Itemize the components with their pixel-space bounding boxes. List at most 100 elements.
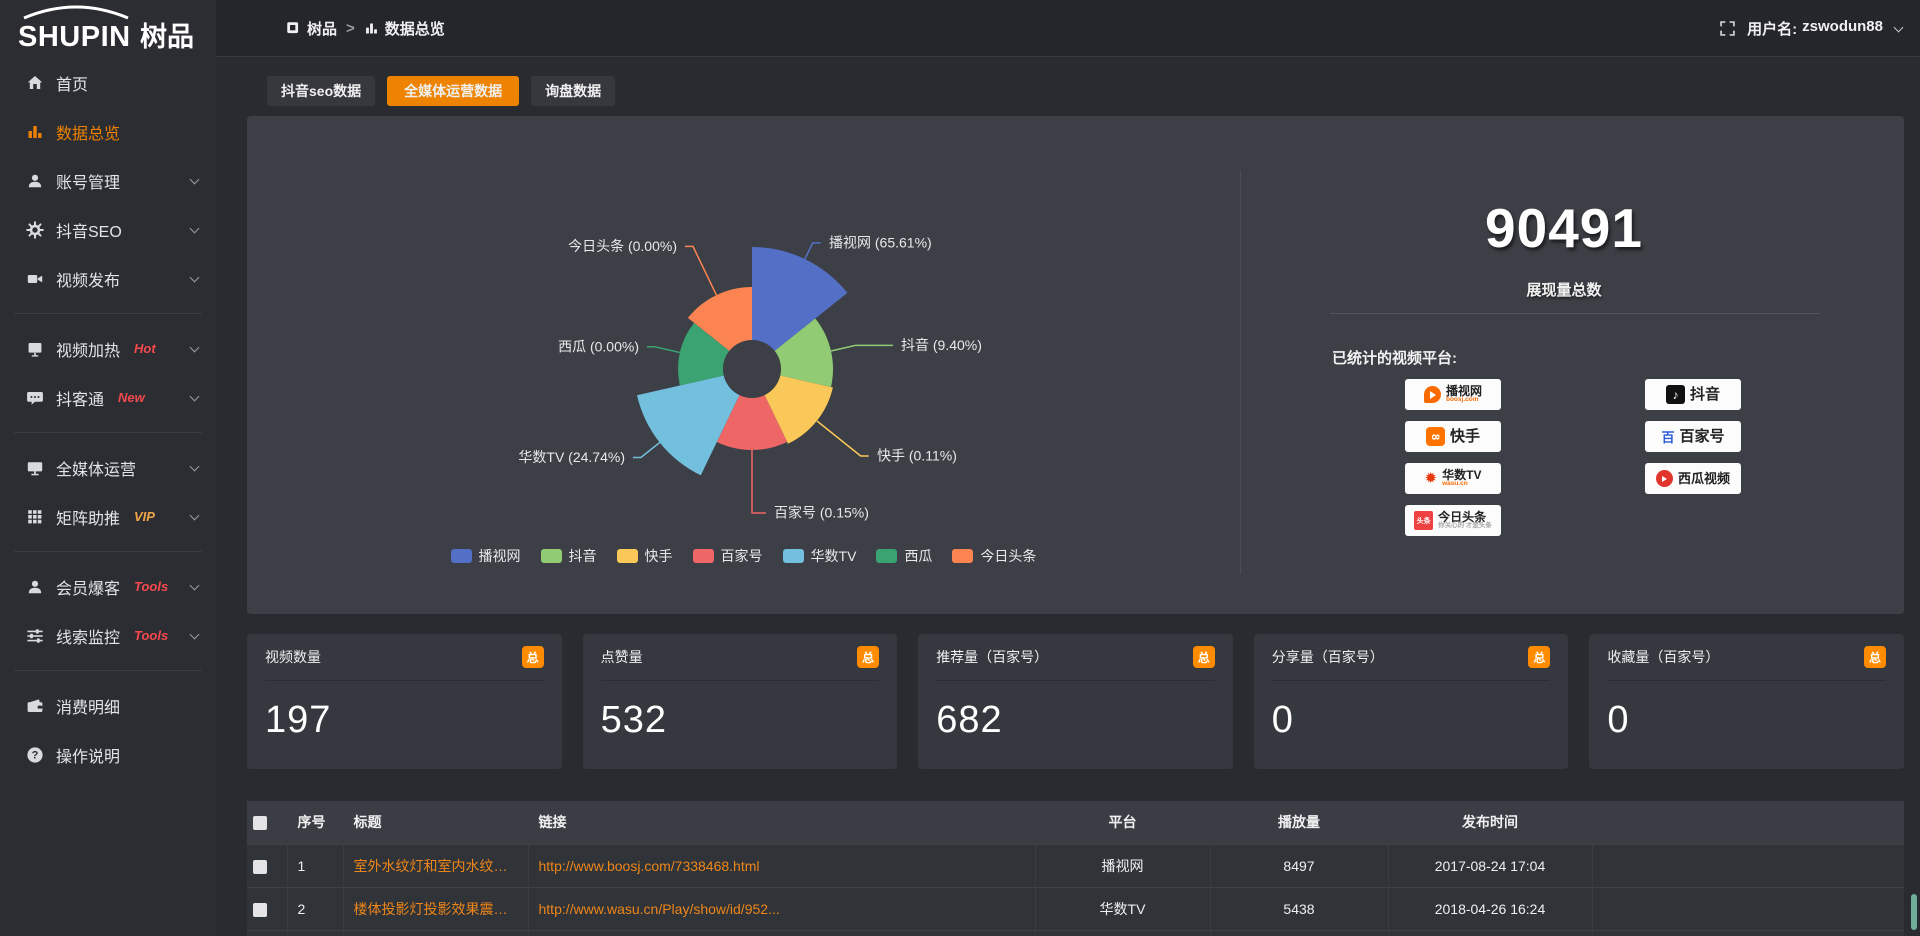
sidebar-item-4[interactable]: 视频发布 [0, 254, 216, 303]
wallet-icon [26, 697, 44, 715]
stat-card-value: 0 [1272, 699, 1551, 742]
breadcrumb-separator: > [346, 20, 355, 37]
sidebar-item-11[interactable]: 消费明细 [0, 681, 216, 730]
fullscreen-icon[interactable] [1720, 21, 1735, 36]
tab-1[interactable]: 全媒体运营数据 [387, 76, 519, 106]
sidebar-item-8[interactable]: 矩阵助推VIP [0, 492, 216, 541]
summary-divider [1330, 313, 1820, 314]
app-icon [286, 21, 301, 36]
chevron-down-icon [190, 629, 200, 639]
stat-card-value: 197 [265, 699, 544, 742]
sidebar-divider [14, 551, 202, 552]
baijiahao-logo-icon: 百 [1661, 427, 1674, 446]
chevron-down-icon [190, 174, 200, 184]
tab-2[interactable]: 询盘数据 [531, 76, 615, 106]
sidebar-item-12[interactable]: ?操作说明 [0, 730, 216, 779]
content: 抖音seo数据全媒体运营数据询盘数据 播视网 (65.61%)抖音 (9.40%… [216, 57, 1920, 936]
sidebar-item-label: 线索监控 [56, 624, 120, 648]
stat-card-title: 点赞量 [601, 647, 643, 667]
cell-url-link[interactable]: http://www.boosj.com/7338468.html [528, 844, 1035, 887]
cell-time: 2017-08-24 17:04 [1388, 844, 1592, 887]
cell-time: 2018-04-26 16:24 [1388, 887, 1592, 930]
sidebar-item-7[interactable]: 全媒体运营 [0, 443, 216, 492]
platform-badge-douyin: ♪抖音 [1645, 379, 1741, 410]
legend-item-4[interactable]: 华数TV [783, 546, 857, 566]
username[interactable]: 用户名: zswodun88 [1747, 18, 1883, 39]
legend-item-6[interactable]: 今日头条 [952, 546, 1036, 566]
pie-label-6: 今日头条 (0.00%) [568, 238, 677, 254]
legend-item-2[interactable]: 快手 [617, 546, 673, 566]
cell-title-link[interactable]: 室外水纹灯和室内水纹灯的区别和简介 [343, 844, 528, 887]
legend-label: 西瓜 [904, 546, 932, 566]
gear-icon [26, 221, 44, 239]
table-row-0: 1室外水纹灯和室内水纹灯的区别和简介http://www.boosj.com/7… [247, 844, 1904, 887]
sidebar-item-0[interactable]: 首页 [0, 58, 216, 107]
cell-platform: 华数TV [1035, 887, 1210, 930]
sidebar-item-2[interactable]: 账号管理 [0, 156, 216, 205]
chevron-down-icon[interactable] [1894, 22, 1904, 32]
heater-icon [26, 340, 44, 358]
sidebar-item-tag: Hot [134, 341, 156, 356]
sidebar-menu: 首页数据总览账号管理抖音SEO 视频发布视频加热Hot抖客通New 全媒体运营矩阵助… [0, 58, 216, 779]
col-header-views: 播放量 [1210, 801, 1388, 844]
row-checkbox[interactable] [253, 903, 267, 917]
legend-swatch [451, 549, 472, 563]
tabs-bar: 抖音seo数据全媒体运营数据询盘数据 [267, 76, 1904, 106]
chevron-down-icon [190, 272, 200, 282]
sliders-icon [26, 627, 44, 645]
sidebar-item-6[interactable]: 抖客通New [0, 373, 216, 422]
legend-item-0[interactable]: 播视网 [451, 546, 521, 566]
legend-swatch [783, 549, 804, 563]
video-table-wrap: 序号标题链接平台播放量发布时间1室外水纹灯和室内水纹灯的区别和简介http://… [247, 801, 1904, 936]
sidebar-item-5[interactable]: 视频加热Hot [0, 324, 216, 373]
tab-0[interactable]: 抖音seo数据 [267, 76, 375, 106]
total-impressions-value: 90491 [1240, 196, 1888, 260]
sidebar-item-label: 抖音SEO [56, 218, 122, 242]
logo[interactable]: SHUPIN 树品 [0, 0, 216, 58]
platform-badge-sub: 你关心的 才是头条 [1438, 523, 1492, 530]
summary-panel: 90491 展现量总数 已统计的视频平台: 播视网boosj.com8快手✹华数… [1240, 116, 1888, 614]
platforms-title: 已统计的视频平台: [1332, 347, 1457, 368]
stat-card-title: 视频数量 [265, 647, 321, 667]
pie-label-line-5 [647, 347, 680, 353]
scrollbar-thumb[interactable] [1911, 894, 1917, 930]
row-checkbox[interactable] [253, 860, 267, 874]
wasu-logo-icon: ✹ [1425, 471, 1438, 486]
pie-label-line-0 [805, 243, 821, 259]
sidebar-item-3[interactable]: 抖音SEO [0, 205, 216, 254]
sidebar: SHUPIN 树品 首页数据总览账号管理抖音SEO 视频发布视频加热Hot抖客通N… [0, 0, 216, 936]
pie-label-5: 西瓜 (0.00%) [558, 338, 639, 354]
breadcrumb-item-1[interactable]: 数据总览 [364, 18, 445, 39]
select-all-checkbox[interactable] [253, 816, 267, 830]
chevron-down-icon [190, 391, 200, 401]
platform-badge-kuaishou: 8快手 [1405, 421, 1501, 452]
sidebar-item-label: 数据总览 [56, 120, 120, 144]
legend-item-1[interactable]: 抖音 [541, 546, 597, 566]
sidebar-item-1[interactable]: 数据总览 [0, 107, 216, 156]
cell-url-link[interactable]: http://www.wasu.cn/Play/show/id/952... [528, 887, 1035, 930]
legend-swatch [876, 549, 897, 563]
platform-badge-name: 西瓜视频 [1678, 472, 1730, 486]
user-icon [26, 578, 44, 596]
breadcrumb-item-0[interactable]: 树品 [286, 18, 337, 39]
pie-slice-4[interactable] [637, 376, 739, 476]
platform-badge-toutiao: 头条今日头条你关心的 才是头条 [1405, 505, 1501, 536]
sidebar-item-10[interactable]: 线索监控Tools [0, 611, 216, 660]
sidebar-item-9[interactable]: 会员爆客Tools [0, 562, 216, 611]
legend-label: 百家号 [721, 546, 763, 566]
pie-label-3: 百家号 (0.15%) [774, 505, 869, 521]
bar-chart-icon [26, 123, 44, 141]
chevron-down-icon [190, 461, 200, 471]
stat-card-value: 0 [1607, 699, 1886, 742]
cell-no: 2 [287, 887, 343, 930]
legend-item-5[interactable]: 西瓜 [876, 546, 932, 566]
pie-label-line-6 [685, 246, 716, 295]
sidebar-item-label: 首页 [56, 71, 88, 95]
cell-title-link[interactable]: 楼体投影灯投影效果震撼上市 [343, 887, 528, 930]
chevron-down-icon [190, 510, 200, 520]
home-icon [26, 74, 44, 92]
legend-item-3[interactable]: 百家号 [693, 546, 763, 566]
stat-card-2: 推荐量（百家号）总682 [918, 634, 1233, 769]
total-badge: 总 [522, 646, 544, 668]
legend-swatch [952, 549, 973, 563]
